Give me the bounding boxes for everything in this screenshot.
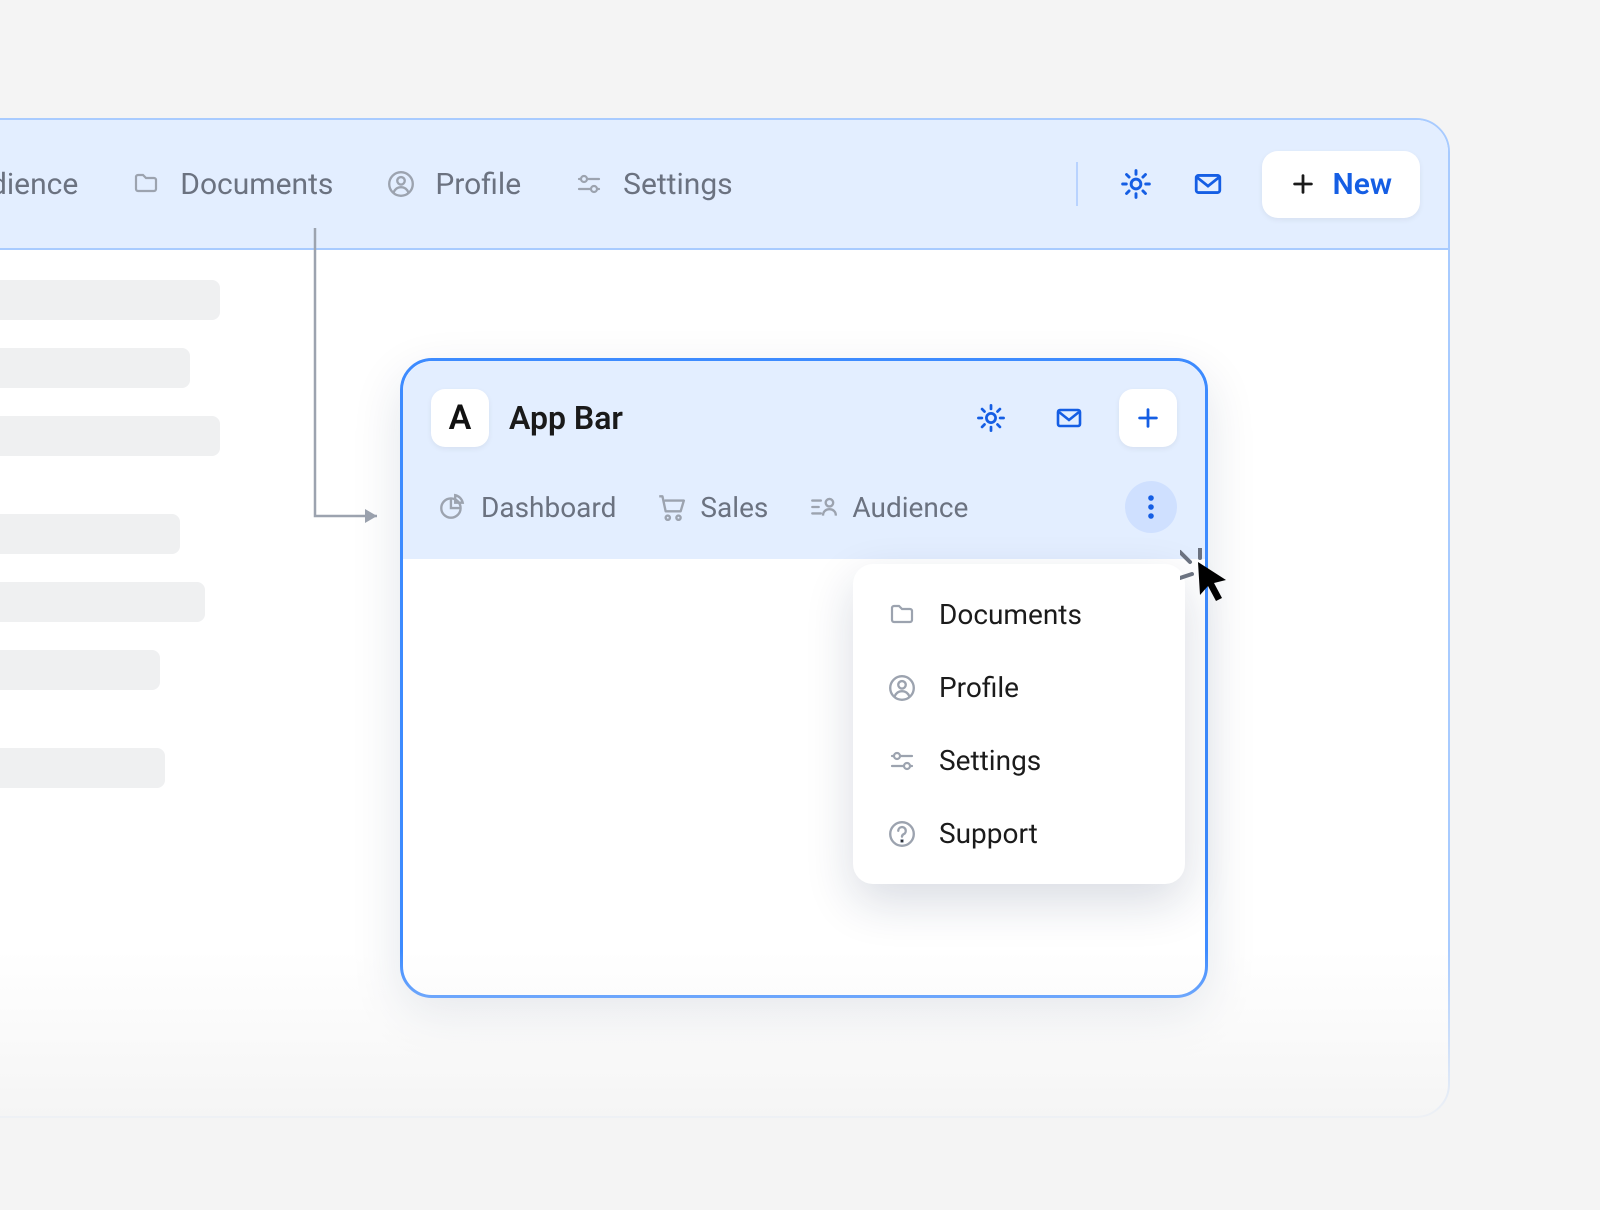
dd-label-profile: Profile xyxy=(939,671,1019,704)
compact-settings-button[interactable] xyxy=(971,398,1011,438)
dropdown-item-documents[interactable]: Documents xyxy=(853,578,1185,651)
more-vertical-icon xyxy=(1147,493,1155,521)
dropdown-item-support[interactable]: Support xyxy=(853,797,1185,870)
sliders-icon xyxy=(887,747,917,775)
chart-icon xyxy=(437,492,467,522)
tab-dashboard[interactable]: Dashboard xyxy=(437,491,616,524)
profile-icon xyxy=(887,673,917,703)
nav-item-documents[interactable]: Documents xyxy=(130,167,333,202)
dropdown-item-settings[interactable]: Settings xyxy=(853,724,1185,797)
tab-sales[interactable]: Sales xyxy=(656,491,768,524)
people-icon xyxy=(808,492,838,522)
list-item xyxy=(0,416,220,456)
list-item xyxy=(0,514,180,554)
list-item xyxy=(0,348,190,388)
cart-icon xyxy=(656,492,686,522)
tab-label-dashboard: Dashboard xyxy=(481,491,616,524)
tab-audience[interactable]: Audience xyxy=(808,491,968,524)
mail-icon xyxy=(1052,404,1086,432)
divider xyxy=(1076,162,1078,206)
tab-label-audience: Audience xyxy=(852,491,968,524)
list-item xyxy=(0,280,220,320)
app-icon-tile[interactable]: A xyxy=(431,389,489,447)
folder-icon xyxy=(130,170,162,198)
settings-button[interactable] xyxy=(1118,166,1154,202)
nav-label-settings: Settings xyxy=(623,167,733,202)
nav-item-audience[interactable]: Audience xyxy=(0,167,78,202)
dd-label-settings: Settings xyxy=(939,744,1041,777)
outer-app-bar: Audience Documents Profile Settings xyxy=(0,120,1448,250)
profile-icon xyxy=(385,169,417,199)
compact-add-button[interactable] xyxy=(1119,389,1177,447)
help-icon xyxy=(887,819,917,849)
list-item xyxy=(0,582,205,622)
new-button-label: New xyxy=(1332,167,1392,202)
gear-icon xyxy=(975,402,1007,434)
dd-label-documents: Documents xyxy=(939,598,1082,631)
plus-icon xyxy=(1290,171,1316,197)
list-item xyxy=(0,650,160,690)
compact-mail-button[interactable] xyxy=(1049,398,1089,438)
outer-actions: New xyxy=(1118,151,1420,218)
outer-nav: Audience Documents Profile Settings xyxy=(0,167,1036,202)
nav-item-settings[interactable]: Settings xyxy=(573,167,733,202)
mail-button[interactable] xyxy=(1190,166,1226,202)
nav-label-profile: Profile xyxy=(435,167,521,202)
folder-icon xyxy=(887,601,917,629)
appbar-top-row: A App Bar xyxy=(431,389,1177,447)
sliders-icon xyxy=(573,170,605,198)
app-title: App Bar xyxy=(509,399,951,437)
dropdown-item-profile[interactable]: Profile xyxy=(853,651,1185,724)
list-item xyxy=(0,748,165,788)
mail-icon xyxy=(1190,169,1226,199)
placeholder-list xyxy=(0,280,260,788)
plus-icon xyxy=(1135,405,1161,431)
tab-label-sales: Sales xyxy=(700,491,768,524)
new-button[interactable]: New xyxy=(1262,151,1420,218)
overflow-menu-button[interactable] xyxy=(1125,481,1177,533)
compact-app-bar: A App Bar Dashboard Sales xyxy=(403,361,1205,559)
gear-icon xyxy=(1119,167,1153,201)
nav-label-documents: Documents xyxy=(180,167,333,202)
nav-label-audience: Audience xyxy=(0,167,78,202)
nav-item-profile[interactable]: Profile xyxy=(385,167,521,202)
dd-label-support: Support xyxy=(939,817,1038,850)
app-icon-letter: A xyxy=(449,398,472,438)
appbar-tabs: Dashboard Sales Audience xyxy=(431,447,1177,559)
overflow-dropdown: Documents Profile Settings Support xyxy=(853,564,1185,884)
